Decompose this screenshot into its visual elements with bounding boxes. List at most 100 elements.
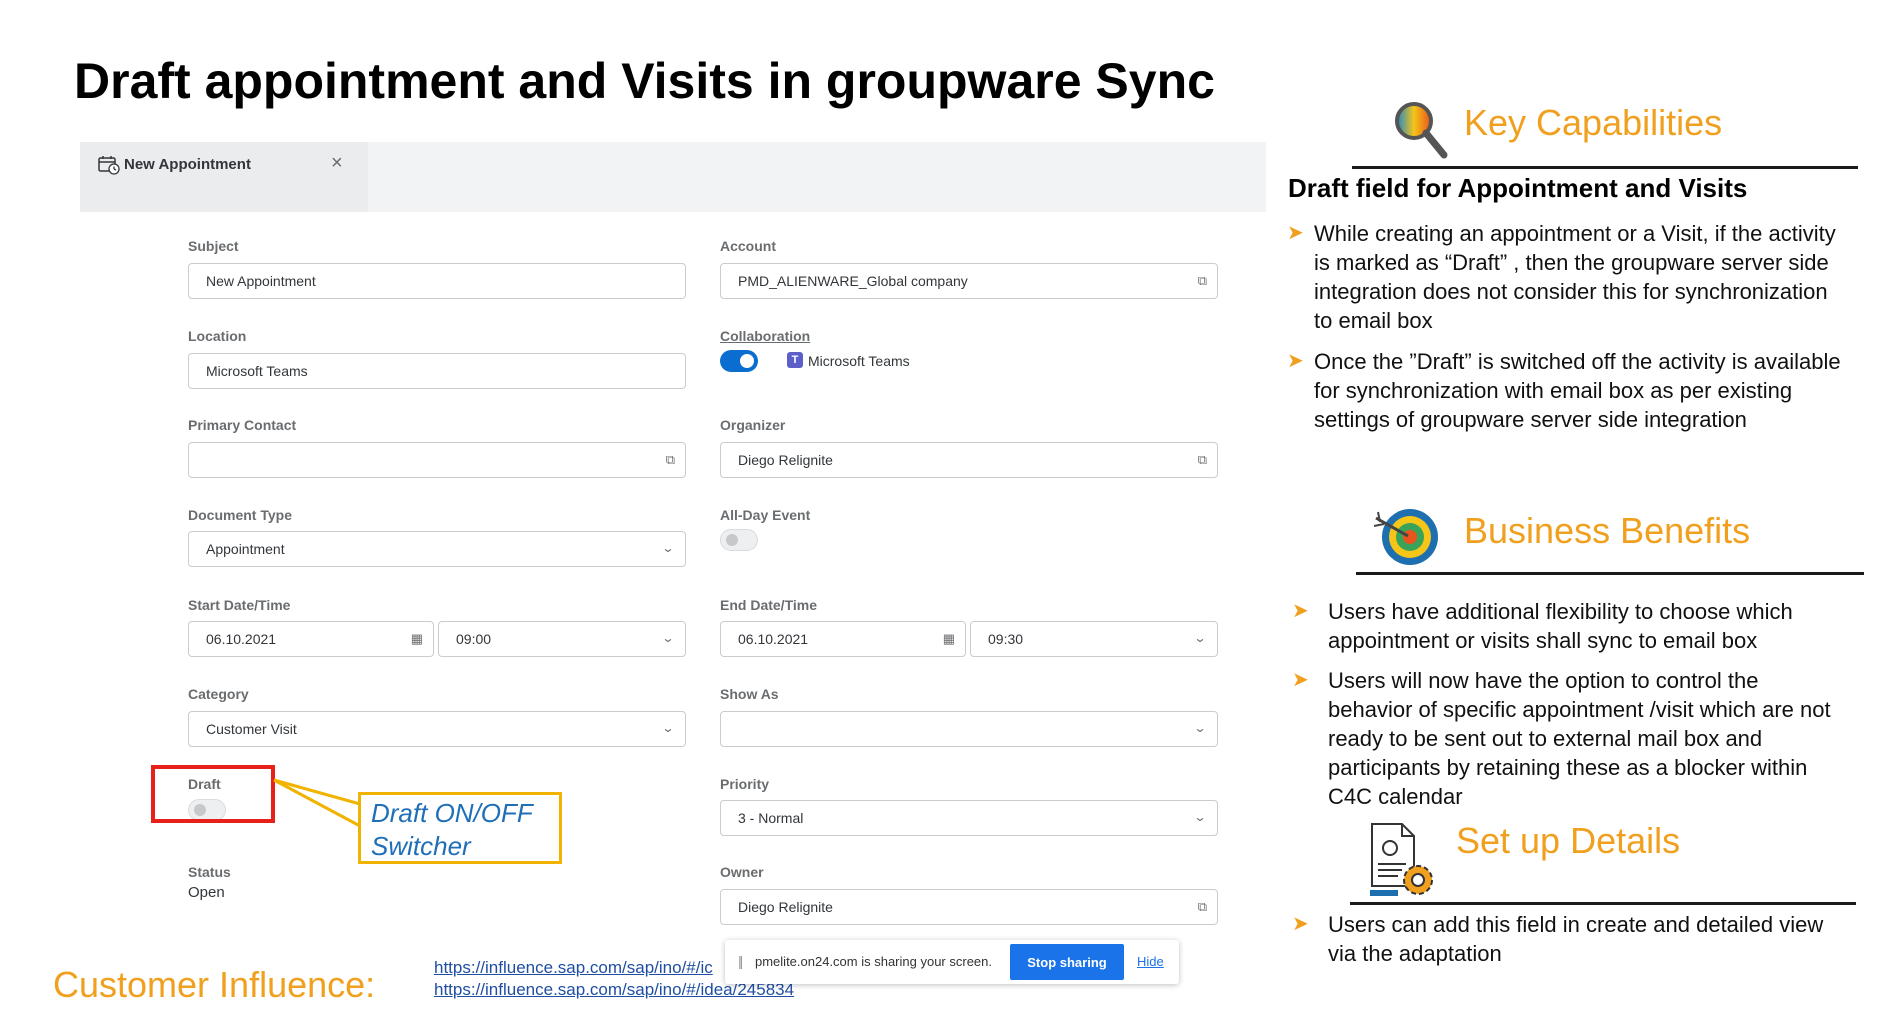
start-datetime-label: Start Date/Time <box>188 597 291 613</box>
bullet-line: While creating an appointment or a Visit… <box>1314 221 1836 246</box>
microsoft-teams-icon: T <box>787 352 803 368</box>
chevron-down-icon: ⌄ <box>1193 810 1207 824</box>
toggle-knob <box>726 534 738 546</box>
business-benefit-bullet: Users will now have the option to contro… <box>1328 666 1888 811</box>
calendar-small-icon[interactable]: ▦ <box>411 622 423 656</box>
chevron-down-icon: ⌄ <box>661 721 675 735</box>
show-as-label: Show As <box>720 686 779 702</box>
link-icon[interactable]: ⧉ <box>666 443 675 477</box>
toggle-knob <box>740 354 754 368</box>
account-input[interactable]: PMD_ALIENWARE_Global company ⧉ <box>720 263 1218 299</box>
bullet-arrow-icon: ➤ <box>1287 350 1304 372</box>
link-icon[interactable]: ⧉ <box>1198 443 1207 477</box>
link-icon[interactable]: ⧉ <box>1198 264 1207 298</box>
business-benefit-bullet: Users have additional flexibility to cho… <box>1328 597 1888 655</box>
bullet-line: for synchronization with email box as pe… <box>1314 378 1793 403</box>
primary-contact-input[interactable]: ⧉ <box>188 442 686 478</box>
key-capability-bullet: Once the ”Draft” is switched off the act… <box>1314 347 1888 434</box>
customer-influence-label: Customer Influence: <box>53 964 376 1005</box>
status-value: Open <box>188 884 225 901</box>
category-select[interactable]: Customer Visit ⌄ <box>188 711 686 747</box>
chevron-down-icon: ⌄ <box>661 541 675 555</box>
section-divider <box>1350 902 1856 905</box>
callout-line: Switcher <box>371 831 471 861</box>
all-day-toggle[interactable] <box>720 529 758 551</box>
target-icon <box>1370 504 1442 573</box>
collaboration-label[interactable]: Collaboration <box>720 328 810 344</box>
subject-input[interactable]: New Appointment <box>188 263 686 299</box>
owner-input[interactable]: Diego Relignite ⧉ <box>720 889 1218 925</box>
key-capabilities-title: Key Capabilities <box>1464 102 1723 143</box>
bullet-arrow-icon: ➤ <box>1287 222 1304 244</box>
draft-highlight-box <box>151 765 275 823</box>
business-benefits-title: Business Benefits <box>1464 510 1751 551</box>
end-time-select[interactable]: 09:30 ⌄ <box>970 621 1218 657</box>
start-time-select[interactable]: 09:00 ⌄ <box>438 621 686 657</box>
location-input[interactable]: Microsoft Teams <box>188 353 686 389</box>
account-label: Account <box>720 238 776 254</box>
organizer-label: Organizer <box>720 417 786 433</box>
key-capabilities-heading: Draft field for Appointment and Visits <box>1288 173 1748 203</box>
bullet-line: participants by retaining these as a blo… <box>1328 755 1808 780</box>
draft-callout: Draft ON/OFF Switcher <box>358 792 562 864</box>
section-divider <box>1352 166 1858 169</box>
bullet-line: Users have additional flexibility to cho… <box>1328 599 1793 624</box>
share-status-text: pmelite.on24.com is sharing your screen. <box>755 954 993 969</box>
close-icon[interactable]: × <box>331 152 343 175</box>
bullet-line: Users can add this field in create and d… <box>1328 912 1824 937</box>
organizer-input[interactable]: Diego Relignite ⧉ <box>720 442 1218 478</box>
section-divider <box>1356 572 1864 575</box>
start-date-input[interactable]: 06.10.2021 ▦ <box>188 621 434 657</box>
magnifier-icon <box>1390 97 1450 168</box>
bullet-line: appointment or visits shall sync to emai… <box>1328 628 1758 653</box>
chevron-down-icon: ⌄ <box>1193 631 1207 645</box>
end-date-input[interactable]: 06.10.2021 ▦ <box>720 621 966 657</box>
bullet-line: to email box <box>1314 308 1433 333</box>
bullet-line: behavior of specific appointment /visit … <box>1328 697 1831 722</box>
bullet-line: integration does not consider this for s… <box>1314 279 1828 304</box>
slide-title: Draft appointment and Visits in groupwar… <box>74 53 1215 109</box>
calendar-icon <box>98 155 120 180</box>
priority-label: Priority <box>720 776 770 792</box>
bullet-line: settings of groupware server side integr… <box>1314 407 1747 432</box>
stop-sharing-button[interactable]: Stop sharing <box>1010 944 1124 980</box>
chevron-down-icon: ⌄ <box>661 631 675 645</box>
bullet-line: ready to be sent out to external mail bo… <box>1328 726 1763 751</box>
setup-details-bullet: Users can add this field in create and d… <box>1328 910 1888 968</box>
link-icon[interactable]: ⧉ <box>1198 890 1207 924</box>
bullet-line: C4C calendar <box>1328 784 1463 809</box>
location-label: Location <box>188 328 247 344</box>
calendar-small-icon[interactable]: ▦ <box>943 622 955 656</box>
bullet-line: via the adaptation <box>1328 941 1502 966</box>
chevron-down-icon: ⌄ <box>1193 721 1207 735</box>
key-capability-bullet: While creating an appointment or a Visit… <box>1314 219 1888 335</box>
subject-label: Subject <box>188 238 239 254</box>
end-datetime-label: End Date/Time <box>720 597 817 613</box>
all-day-label: All-Day Event <box>720 507 811 523</box>
bullet-line: Users will now have the option to contro… <box>1328 668 1759 693</box>
influence-link-1[interactable]: https://influence.sap.com/sap/ino/#/ic <box>434 958 713 978</box>
tab-label: New Appointment <box>124 156 251 173</box>
bullet-arrow-icon: ➤ <box>1292 669 1309 691</box>
hide-link[interactable]: Hide <box>1137 954 1164 969</box>
setup-details-title: Set up Details <box>1456 820 1681 861</box>
bullet-line: Once the ”Draft” is switched off the act… <box>1314 349 1841 374</box>
bullet-line: is marked as “Draft” , then the groupwar… <box>1314 250 1829 275</box>
collaboration-service: Microsoft Teams <box>808 353 910 369</box>
document-type-label: Document Type <box>188 507 292 523</box>
callout-line: Draft ON/OFF <box>371 798 533 828</box>
category-label: Category <box>188 686 249 702</box>
show-as-select[interactable]: ⌄ <box>720 711 1218 747</box>
document-gear-icon <box>1368 820 1440 905</box>
drag-handle-icon[interactable]: || <box>738 953 743 969</box>
priority-select[interactable]: 3 - Normal ⌄ <box>720 800 1218 836</box>
document-type-select[interactable]: Appointment ⌄ <box>188 531 686 567</box>
collaboration-toggle[interactable] <box>720 350 758 372</box>
status-label: Status <box>188 864 231 880</box>
bullet-arrow-icon: ➤ <box>1292 600 1309 622</box>
owner-label: Owner <box>720 864 764 880</box>
bullet-arrow-icon: ➤ <box>1292 913 1309 935</box>
primary-contact-label: Primary Contact <box>188 417 297 433</box>
tab-new-appointment[interactable] <box>80 142 368 212</box>
callout-pointer <box>273 778 361 828</box>
